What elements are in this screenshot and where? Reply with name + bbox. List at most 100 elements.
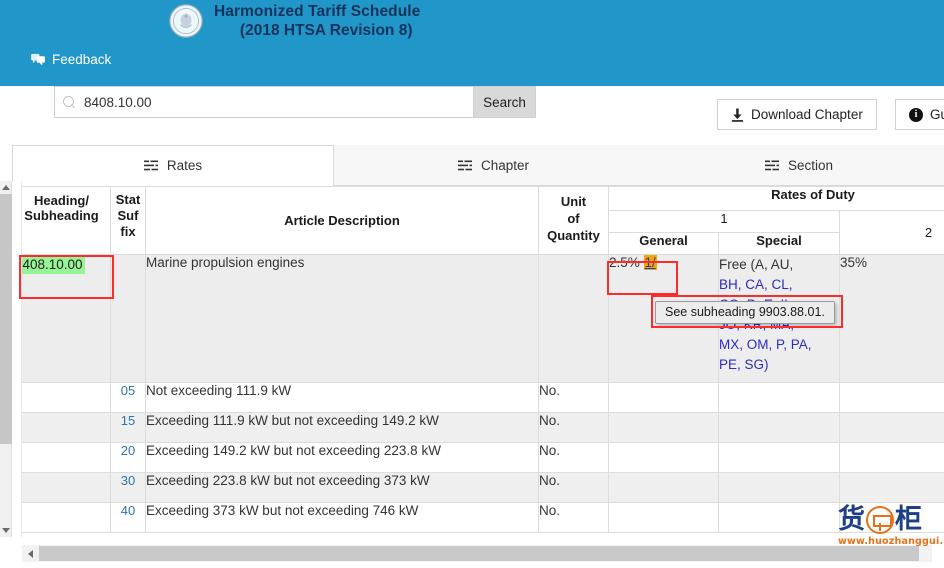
tab-section[interactable]: Section bbox=[654, 145, 944, 186]
col-header-heading-line1: Heading/ bbox=[34, 193, 89, 208]
search-group: Search bbox=[54, 86, 536, 118]
col-header-stat-suffix: Stat Suf fix bbox=[110, 186, 146, 255]
cell-unit-of-quantity bbox=[538, 254, 609, 383]
cell-heading-code bbox=[12, 502, 111, 533]
special-line-2: BH, CA, CL, bbox=[719, 277, 793, 292]
col-header-stat-line1: Stat bbox=[115, 192, 141, 207]
cell-unit-of-quantity: No. bbox=[538, 502, 609, 533]
download-icon bbox=[731, 108, 744, 122]
search-toolbar: Search Download Chapter i Guide bbox=[0, 86, 944, 145]
tab-rates-label: Rates bbox=[166, 158, 203, 173]
list-icon bbox=[764, 160, 779, 171]
cell-heading-code bbox=[12, 412, 111, 443]
col-header-heading-line2: Subheading bbox=[24, 208, 99, 223]
special-line-1: Free (A, AU, bbox=[719, 257, 794, 272]
scroll-left-arrow-icon[interactable] bbox=[22, 545, 39, 562]
cell-stat-suffix[interactable]: 05 bbox=[110, 382, 146, 413]
guide-label: Guide bbox=[930, 107, 944, 122]
cell-general-rate bbox=[608, 412, 719, 443]
table-row[interactable]: 40 Exceeding 373 kW but not exceeding 74… bbox=[12, 502, 944, 533]
col-header-rates-of-duty: Rates of Duty bbox=[608, 186, 944, 211]
col-header-rates-group-2: 2 bbox=[839, 210, 944, 255]
cell-rate-column-2 bbox=[839, 502, 944, 533]
view-tabs: Rates Chapter Section bbox=[12, 145, 944, 186]
special-line-6: PE, SG) bbox=[719, 357, 769, 372]
cell-rate-column-2: 35% bbox=[839, 254, 944, 383]
site-header: Harmonized Tariff Schedule (2018 HTSA Re… bbox=[0, 0, 944, 86]
list-icon bbox=[457, 160, 472, 171]
cell-special-rate bbox=[718, 472, 840, 503]
cell-article-description: Not exceeding 111.9 kW bbox=[145, 382, 539, 413]
col-header-special: Special bbox=[718, 232, 840, 255]
table-row[interactable]: 20 Exceeding 149.2 kW but not exceeding … bbox=[12, 442, 944, 473]
footnote-link[interactable]: 1/ bbox=[643, 255, 657, 270]
search-icon bbox=[63, 95, 76, 109]
tariff-table: Heading/ Subheading Stat Suf fix Article… bbox=[12, 186, 944, 533]
cell-article-description: Exceeding 149.2 kW but not exceeding 223… bbox=[145, 442, 539, 473]
info-icon: i bbox=[909, 107, 923, 122]
scroll-up-arrow-icon[interactable] bbox=[0, 181, 12, 194]
site-title-text: Harmonized Tariff Schedule (2018 HTSA Re… bbox=[214, 0, 420, 40]
cell-heading-code bbox=[12, 472, 111, 503]
cell-special-rate bbox=[718, 502, 840, 533]
cell-general-rate bbox=[608, 502, 719, 533]
tab-chapter-label: Chapter bbox=[480, 158, 530, 173]
table-row[interactable]: 05 Not exceeding 111.9 kW No. bbox=[12, 382, 944, 413]
speech-bubble-icon bbox=[31, 53, 45, 66]
tab-rates[interactable]: Rates bbox=[12, 145, 334, 186]
cell-general-rate bbox=[608, 382, 719, 413]
vertical-scrollbar[interactable] bbox=[0, 181, 12, 537]
cell-heading-code bbox=[12, 382, 111, 413]
tariff-table-head: Heading/ Subheading Stat Suf fix Article… bbox=[12, 186, 944, 255]
col-header-general: General bbox=[608, 232, 719, 255]
col-header-unit-line3: Quantity bbox=[547, 228, 600, 243]
vertical-scrollbar-thumb[interactable] bbox=[0, 194, 12, 444]
cell-stat-suffix[interactable]: 20 bbox=[110, 442, 146, 473]
table-row[interactable]: 15 Exceeding 111.9 kW but not exceeding … bbox=[12, 412, 944, 443]
footnote-tooltip: See subheading 9903.88.01. bbox=[655, 301, 835, 324]
cell-general-rate bbox=[608, 472, 719, 503]
cell-stat-suffix[interactable]: 15 bbox=[110, 412, 146, 443]
cell-heading-code[interactable]: 8408.10.00 bbox=[12, 254, 111, 383]
general-rate-value: 2.5% bbox=[609, 255, 640, 270]
cell-article-description: Exceeding 223.8 kW but not exceeding 373… bbox=[145, 472, 539, 503]
col-header-heading-subheading: Heading/ Subheading bbox=[12, 186, 111, 255]
horizontal-scrollbar-thumb[interactable] bbox=[39, 546, 919, 561]
table-row[interactable]: 30 Exceeding 223.8 kW but not exceeding … bbox=[12, 472, 944, 503]
horizontal-scrollbar[interactable] bbox=[22, 545, 932, 562]
heading-code-value: 8408.10.00 bbox=[13, 255, 85, 274]
tab-section-label: Section bbox=[787, 158, 834, 173]
guide-button[interactable]: i Guide bbox=[895, 99, 944, 130]
search-input[interactable] bbox=[82, 93, 465, 111]
tariff-table-body: 8408.10.00 Marine propulsion engines 2.5… bbox=[12, 254, 944, 533]
download-chapter-button[interactable]: Download Chapter bbox=[717, 99, 877, 130]
cell-stat-suffix[interactable]: 40 bbox=[110, 502, 146, 533]
cell-stat-suffix[interactable]: 30 bbox=[110, 472, 146, 503]
search-button[interactable]: Search bbox=[474, 86, 536, 118]
feedback-link[interactable]: Feedback bbox=[31, 52, 111, 67]
cell-unit-of-quantity: No. bbox=[538, 472, 609, 503]
cell-article-description: Marine propulsion engines bbox=[145, 254, 539, 383]
search-box[interactable] bbox=[54, 86, 474, 118]
cell-heading-code bbox=[12, 442, 111, 473]
cell-unit-of-quantity: No. bbox=[538, 382, 609, 413]
tab-chapter[interactable]: Chapter bbox=[334, 145, 654, 186]
list-icon bbox=[143, 160, 158, 171]
scroll-down-arrow-icon[interactable] bbox=[0, 524, 12, 537]
feedback-label: Feedback bbox=[52, 52, 112, 67]
col-header-rates-group-1: 1 bbox=[608, 210, 840, 233]
table-left-gutter bbox=[12, 181, 22, 537]
cell-general-rate bbox=[608, 442, 719, 473]
cell-article-description: Exceeding 373 kW but not exceeding 746 k… bbox=[145, 502, 539, 533]
cell-special-rate bbox=[718, 382, 840, 413]
tariff-table-scroll[interactable]: Heading/ Subheading Stat Suf fix Article… bbox=[12, 186, 944, 543]
col-header-unit-of-quantity: Unit of Quantity bbox=[538, 186, 609, 255]
col-header-unit-line2: of bbox=[567, 211, 580, 226]
cell-article-description: Exceeding 111.9 kW but not exceeding 149… bbox=[145, 412, 539, 443]
cell-unit-of-quantity: No. bbox=[538, 442, 609, 473]
col-header-article-description: Article Description bbox=[145, 186, 539, 255]
site-title-line2: (2018 HTSA Revision 8) bbox=[239, 22, 413, 39]
page-root: Harmonized Tariff Schedule (2018 HTSA Re… bbox=[0, 0, 944, 568]
site-title-line1: Harmonized Tariff Schedule bbox=[214, 3, 421, 20]
cell-unit-of-quantity: No. bbox=[538, 412, 609, 443]
